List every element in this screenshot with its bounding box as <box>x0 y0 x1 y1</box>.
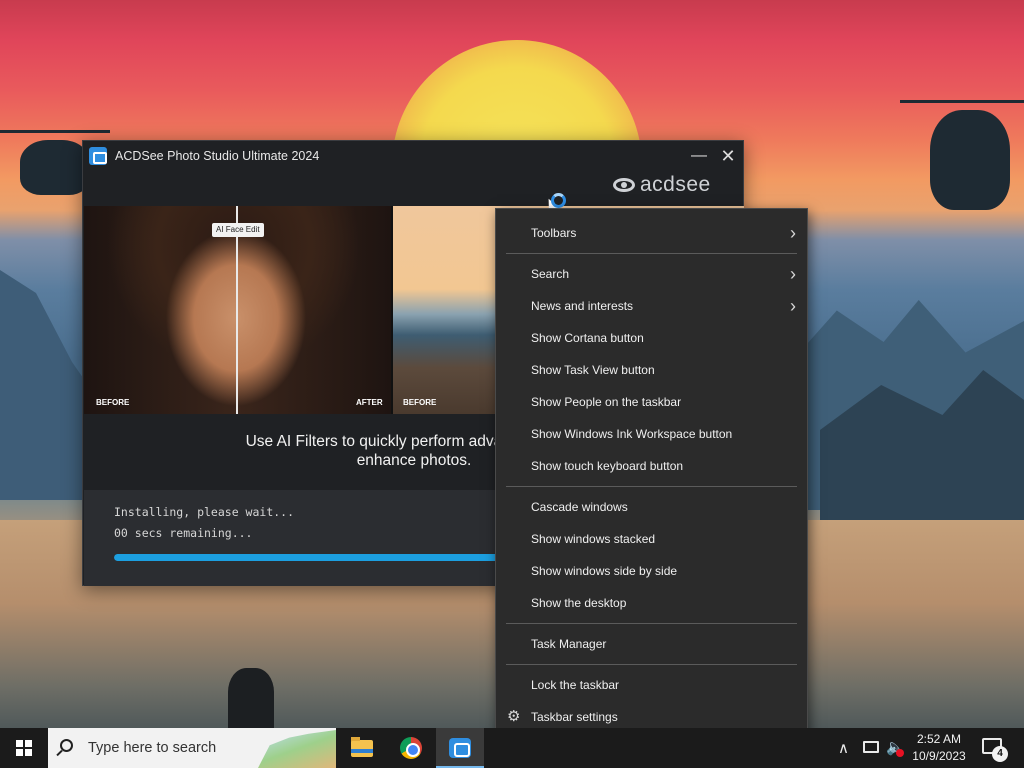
taskbar-acdsee[interactable] <box>436 728 484 768</box>
volume-muted-badge <box>896 749 904 757</box>
installer-titlebar[interactable]: ACDSee Photo Studio Ultimate 2024 <box>83 141 743 171</box>
acdsee-app-icon <box>89 147 107 165</box>
wallpaper-helicopter-rotor-left <box>0 130 110 133</box>
menu-item-label: Show the desktop <box>531 596 627 610</box>
before-label: BEFORE <box>96 398 130 407</box>
acdsee-brand-logo: acdsee <box>613 171 711 199</box>
close-button[interactable]: ✕ <box>716 145 740 167</box>
menu-item-cascade-windows[interactable]: Cascade windows <box>497 492 806 522</box>
menu-separator <box>506 664 797 665</box>
menu-item-label: Show windows stacked <box>531 532 656 546</box>
menu-item-search[interactable]: Search › <box>497 259 806 289</box>
notification-count-badge: 4 <box>992 746 1008 762</box>
menu-item-show-windows-side-by-side[interactable]: Show windows side by side <box>497 556 806 586</box>
install-status-text: Installing, please wait... <box>114 505 295 519</box>
chevron-right-icon: › <box>790 223 796 243</box>
network-icon[interactable] <box>863 741 879 753</box>
time-remaining-text: 00 secs remaining... <box>114 526 253 540</box>
acdsee-eye-icon <box>613 178 635 192</box>
menu-item-label: Lock the taskbar <box>531 678 620 692</box>
menu-item-label: Show windows side by side <box>531 564 678 578</box>
menu-item-label: Search <box>531 267 570 281</box>
taskbar-file-explorer[interactable] <box>338 728 386 768</box>
search-highlight-illustration <box>258 730 336 768</box>
menu-item-label: Show Cortana button <box>531 331 644 345</box>
menu-separator <box>506 486 797 487</box>
chevron-right-icon: › <box>790 264 796 284</box>
menu-item-label: Show touch keyboard button <box>531 459 684 473</box>
chevron-right-icon: › <box>790 296 796 316</box>
file-explorer-icon <box>351 737 373 757</box>
wallpaper-helicopter-left <box>20 140 90 195</box>
menu-item-toolbars[interactable]: Toolbars › <box>497 218 806 248</box>
clock-time: 2:52 AM <box>916 732 962 746</box>
clock-date: 10/9/2023 <box>912 749 966 763</box>
menu-item-label: Taskbar settings <box>531 710 618 724</box>
show-hidden-icons-chevron-icon[interactable]: ∧ <box>838 739 849 757</box>
taskbar: Type here to search ∧ 🔈 2:52 AM 10/9/202… <box>0 728 1024 768</box>
menu-item-label: Toolbars <box>531 226 577 240</box>
windows-logo-icon <box>16 740 32 756</box>
menu-separator <box>506 253 797 254</box>
taskbar-clock[interactable]: 2:52 AM 10/9/2023 <box>906 731 972 765</box>
menu-item-show-people-on-the-taskbar[interactable]: Show People on the taskbar <box>497 387 806 417</box>
wallpaper-soldier-silhouette <box>228 668 274 728</box>
menu-item-label: News and interests <box>531 299 634 313</box>
after-label: AFTER <box>356 398 383 407</box>
menu-item-label: Task Manager <box>531 637 607 651</box>
menu-separator <box>506 623 797 624</box>
acdsee-icon <box>449 738 471 758</box>
menu-item-task-manager[interactable]: Task Manager <box>497 629 806 659</box>
menu-item-label: Show Task View button <box>531 363 655 377</box>
menu-item-show-cortana-button[interactable]: Show Cortana button <box>497 323 806 353</box>
start-button[interactable] <box>0 728 48 768</box>
wallpaper-helicopter-right <box>930 110 1010 210</box>
menu-item-label: Show Windows Ink Workspace button <box>531 427 733 441</box>
menu-item-show-touch-keyboard-button[interactable]: Show touch keyboard button <box>497 451 806 481</box>
busy-spinner-icon <box>551 193 566 208</box>
before-after-divider <box>236 206 238 414</box>
menu-item-show-the-desktop[interactable]: Show the desktop <box>497 588 806 618</box>
brand-text: acdsee <box>640 173 711 196</box>
taskbar-context-menu: Toolbars › Search › News and interests › Show … <box>495 208 808 742</box>
search-icon <box>60 739 73 752</box>
ai-face-edit-badge: AI Face Edit <box>212 223 264 237</box>
minimize-button[interactable]: — <box>687 145 711 167</box>
menu-item-show-task-view-button[interactable]: Show Task View button <box>497 355 806 385</box>
search-placeholder: Type here to search <box>88 740 217 756</box>
menu-item-show-windows-ink-workspace-button[interactable]: Show Windows Ink Workspace button <box>497 419 806 449</box>
wallpaper-helicopter-rotor-right <box>900 100 1024 103</box>
chrome-icon <box>400 737 422 759</box>
installer-title: ACDSee Photo Studio Ultimate 2024 <box>115 149 320 163</box>
menu-item-label: Show People on the taskbar <box>531 395 682 409</box>
taskbar-chrome[interactable] <box>387 728 435 768</box>
menu-item-news-and-interests[interactable]: News and interests › <box>497 291 806 321</box>
before-label-2: BEFORE <box>403 398 437 407</box>
taskbar-search-box[interactable]: Type here to search <box>48 728 336 768</box>
menu-item-show-windows-stacked[interactable]: Show windows stacked <box>497 524 806 554</box>
menu-item-label: Cascade windows <box>531 500 628 514</box>
menu-item-lock-the-taskbar[interactable]: Lock the taskbar <box>497 670 806 700</box>
